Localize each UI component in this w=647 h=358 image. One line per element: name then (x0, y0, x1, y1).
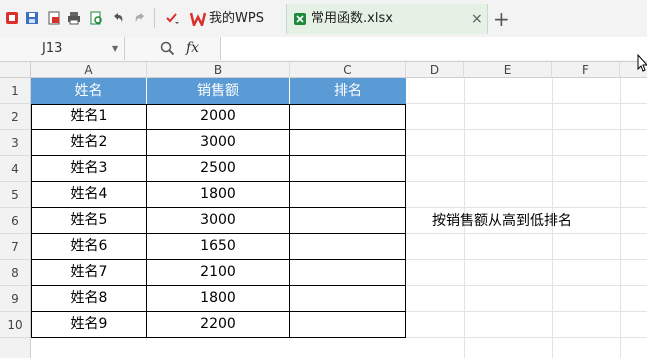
row-header-3[interactable]: 3 (0, 130, 31, 156)
fx-icon[interactable]: fx (186, 37, 199, 60)
table-cell[interactable]: 3000 (147, 208, 290, 234)
tab-file[interactable]: 常用函数.xlsx × (286, 4, 488, 34)
table-cell[interactable] (290, 130, 406, 156)
table-cell[interactable] (290, 286, 406, 312)
row-header-2[interactable]: 2 (0, 104, 31, 130)
toolbar-divider (154, 8, 155, 28)
column-header-a[interactable]: A (31, 62, 147, 78)
table-header-rank[interactable]: 排名 (290, 78, 406, 104)
instruction-note[interactable]: 按销售额从高到低排名 (432, 208, 572, 234)
select-all-corner[interactable] (0, 62, 31, 78)
table-cell[interactable]: 2000 (147, 104, 290, 130)
gridline (406, 103, 647, 104)
gridline (406, 181, 647, 182)
gridline (620, 78, 621, 358)
row-header-7[interactable]: 7 (0, 234, 31, 260)
table-cell[interactable]: 2500 (147, 156, 290, 182)
table-cell[interactable] (290, 208, 406, 234)
table-cell[interactable] (290, 182, 406, 208)
row-header-9[interactable]: 9 (0, 286, 31, 312)
customize-toolbar-icon[interactable] (164, 10, 180, 26)
table-cell[interactable]: 1800 (147, 286, 290, 312)
close-tab-icon[interactable]: × (471, 4, 483, 34)
table-cell[interactable]: 姓名6 (31, 234, 147, 260)
spreadsheet-file-icon (294, 13, 306, 25)
table-cell[interactable]: 姓名2 (31, 130, 147, 156)
gridline (406, 337, 647, 338)
gridline (406, 285, 647, 286)
row-header-5[interactable]: 5 (0, 182, 31, 208)
table-cell[interactable]: 姓名5 (31, 208, 147, 234)
column-header-e[interactable]: E (464, 62, 552, 78)
table-cell[interactable] (290, 234, 406, 260)
mouse-cursor-icon (637, 54, 647, 72)
name-box[interactable]: J13 ▼ (0, 37, 125, 60)
row-header-1[interactable]: 1 (0, 78, 31, 104)
table-cell[interactable]: 姓名9 (31, 312, 147, 338)
row-header-8[interactable]: 8 (0, 260, 31, 286)
table-cell[interactable]: 姓名3 (31, 156, 147, 182)
column-header-f[interactable]: F (552, 62, 620, 78)
table-cell[interactable] (290, 312, 406, 338)
table-cell[interactable]: 姓名7 (31, 260, 147, 286)
row-header-4[interactable]: 4 (0, 156, 31, 182)
print-icon[interactable] (66, 10, 82, 26)
tab-my-wps[interactable]: 我的WPS (184, 4, 286, 34)
row-header-6[interactable]: 6 (0, 208, 31, 234)
table-cell[interactable]: 姓名8 (31, 286, 147, 312)
table-cell[interactable] (290, 156, 406, 182)
print-preview-icon[interactable] (88, 10, 104, 26)
table-header-sales[interactable]: 销售额 (147, 78, 290, 104)
column-header-d[interactable]: D (406, 62, 464, 78)
row-header-10[interactable]: 10 (0, 312, 31, 338)
gridline (406, 129, 647, 130)
chevron-down-icon[interactable]: ▼ (112, 37, 118, 60)
table-cell[interactable]: 1800 (147, 182, 290, 208)
gridline (406, 311, 647, 312)
gridline (406, 259, 647, 260)
export-pdf-icon[interactable] (46, 10, 62, 26)
table-cell[interactable]: 1650 (147, 234, 290, 260)
save-icon[interactable] (24, 10, 40, 26)
tab-file-label: 常用函数.xlsx (311, 11, 393, 26)
table-cell[interactable] (290, 104, 406, 130)
undo-icon[interactable] (110, 10, 126, 26)
name-box-value: J13 (42, 41, 63, 56)
zoom-icon[interactable] (160, 41, 175, 56)
table-cell[interactable]: 姓名4 (31, 182, 147, 208)
add-tab-icon[interactable]: + (493, 6, 510, 32)
row-header-11[interactable] (0, 338, 31, 358)
new-file-icon[interactable] (4, 10, 20, 26)
table-cell[interactable]: 2200 (147, 312, 290, 338)
wps-logo-icon (190, 12, 206, 26)
table-cell[interactable]: 2100 (147, 260, 290, 286)
table-header-name[interactable]: 姓名 (31, 78, 147, 104)
column-header-c[interactable]: C (290, 62, 406, 78)
formula-bar: J13 ▼ fx (0, 37, 647, 62)
tab-my-wps-label: 我的WPS (209, 11, 264, 26)
column-header-b[interactable]: B (147, 62, 290, 78)
gridline (406, 155, 647, 156)
table-cell[interactable] (290, 260, 406, 286)
redo-icon[interactable] (132, 10, 148, 26)
table-cell[interactable]: 姓名1 (31, 104, 147, 130)
title-toolbar: 我的WPS 常用函数.xlsx × + (0, 0, 647, 38)
formula-input[interactable] (220, 37, 647, 60)
table-cell[interactable]: 3000 (147, 130, 290, 156)
